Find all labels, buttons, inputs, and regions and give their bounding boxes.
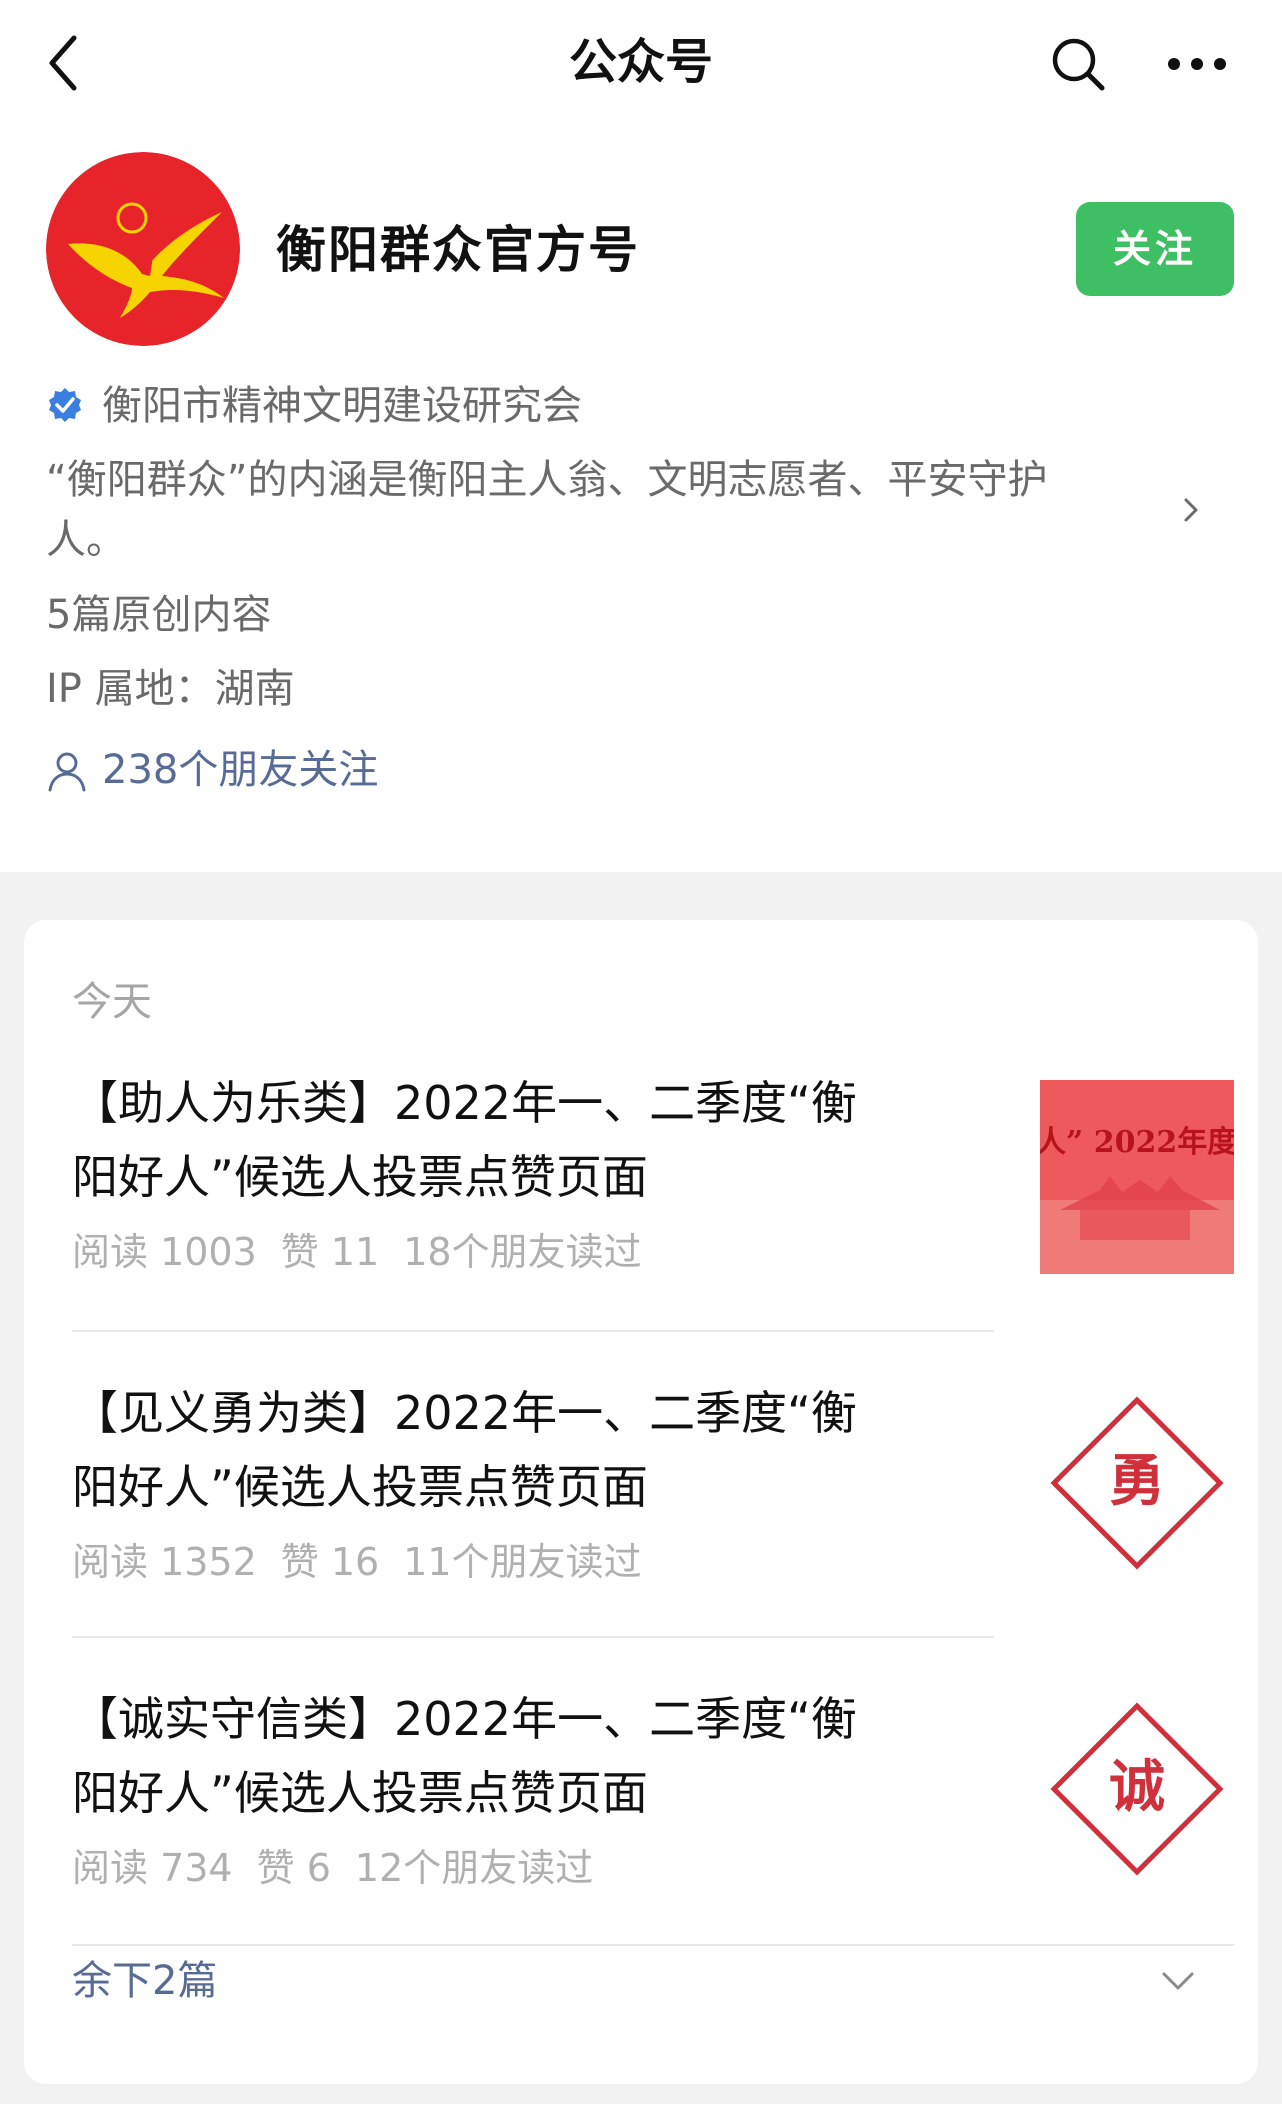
divider (72, 1330, 994, 1332)
verified-org-name: 衡阳市精神文明建设研究会 (102, 383, 582, 429)
read-count: 阅读 734 (72, 1846, 233, 1890)
chevron-right-icon[interactable] (1176, 490, 1206, 530)
account-description[interactable]: “衡阳群众”的内涵是衡阳主人翁、文明志愿者、平安守护 人。 (46, 450, 1146, 570)
article-item[interactable]: 【诚实守信类】2022年一、二季度“衡 阳好人”候选人投票点赞页面 阅读 734… (72, 1682, 1234, 1952)
read-count: 阅读 1003 (72, 1230, 257, 1274)
divider (72, 1636, 994, 1638)
article-thumbnail: 勇 (1040, 1386, 1234, 1580)
article-title-line-2: 阳好人”候选人投票点赞页面 (72, 1460, 648, 1514)
verified-badge-icon (46, 386, 84, 424)
nav-bar: 公众号 (0, 0, 1282, 124)
friends-following-count: 238个朋友关注 (102, 747, 379, 793)
original-content-count: 5篇原创内容 (46, 592, 272, 638)
article-title-line-1: 【助人为乐类】2022年一、二季度“衡 (72, 1076, 857, 1130)
article-title: 【助人为乐类】2022年一、二季度“衡 阳好人”候选人投票点赞页面 (72, 1066, 952, 1214)
account-name: 衡阳群众官方号 (276, 221, 640, 279)
remaining-articles-link[interactable]: 余下2篇 (72, 1952, 217, 2010)
like-count: 赞 11 (280, 1230, 380, 1274)
description-line-2: 人。 (46, 517, 126, 563)
article-title-line-1: 【见义勇为类】2022年一、二季度“衡 (72, 1386, 857, 1440)
friends-read: 11个朋友读过 (403, 1540, 642, 1584)
article-item[interactable]: 【助人为乐类】2022年一、二季度“衡 阳好人”候选人投票点赞页面 阅读 100… (72, 1066, 1267, 1336)
friends-read: 18个朋友读过 (403, 1230, 642, 1274)
article-item[interactable]: 【见义勇为类】2022年一、二季度“衡 阳好人”候选人投票点赞页面 阅读 135… (72, 1376, 1234, 1646)
article-list-card: 今天 【助人为乐类】2022年一、二季度“衡 阳好人”候选人投票点赞页面 阅读 … (24, 920, 1267, 2084)
avatar[interactable] (46, 152, 240, 346)
article-title-line-2: 阳好人”候选人投票点赞页面 (72, 1766, 648, 1820)
chevron-down-icon[interactable] (1158, 1966, 1198, 1996)
divider (72, 1944, 1234, 1946)
user-icon (46, 750, 88, 792)
ip-location: IP 属地：湖南 (46, 666, 295, 712)
read-count: 阅读 1352 (72, 1540, 257, 1584)
thumbnail-text: 人” 2022年度点 (1040, 1125, 1234, 1160)
article-title: 【诚实守信类】2022年一、二季度“衡 阳好人”候选人投票点赞页面 (72, 1682, 952, 1830)
description-line-1: “衡阳群众”的内涵是衡阳主人翁、文明志愿者、平安守护 (46, 457, 1048, 503)
like-count: 赞 6 (256, 1846, 331, 1890)
section-label-today: 今天 (72, 979, 152, 1025)
article-title: 【见义勇为类】2022年一、二季度“衡 阳好人”候选人投票点赞页面 (72, 1376, 952, 1524)
thumbnail-text: 勇 (1109, 1448, 1165, 1514)
article-title-line-2: 阳好人”候选人投票点赞页面 (72, 1150, 648, 1204)
thumbnail-text: 诚 (1109, 1754, 1165, 1820)
article-title-line-1: 【诚实守信类】2022年一、二季度“衡 (72, 1692, 857, 1746)
friends-read: 12个朋友读过 (354, 1846, 594, 1890)
article-stats: 阅读 734 赞 6 12个朋友读过 (72, 1842, 617, 1894)
like-count: 赞 16 (280, 1540, 380, 1584)
search-icon[interactable] (1048, 34, 1108, 94)
more-dots-icon[interactable] (1164, 34, 1230, 94)
article-thumbnail: 人” 2022年度点 (1036, 1080, 1267, 1274)
follow-button[interactable]: 关注 (1076, 202, 1234, 296)
article-stats: 阅读 1003 赞 11 18个朋友读过 (72, 1226, 666, 1278)
article-stats: 阅读 1352 赞 16 11个朋友读过 (72, 1536, 666, 1588)
article-thumbnail: 诚 (1040, 1692, 1234, 1886)
